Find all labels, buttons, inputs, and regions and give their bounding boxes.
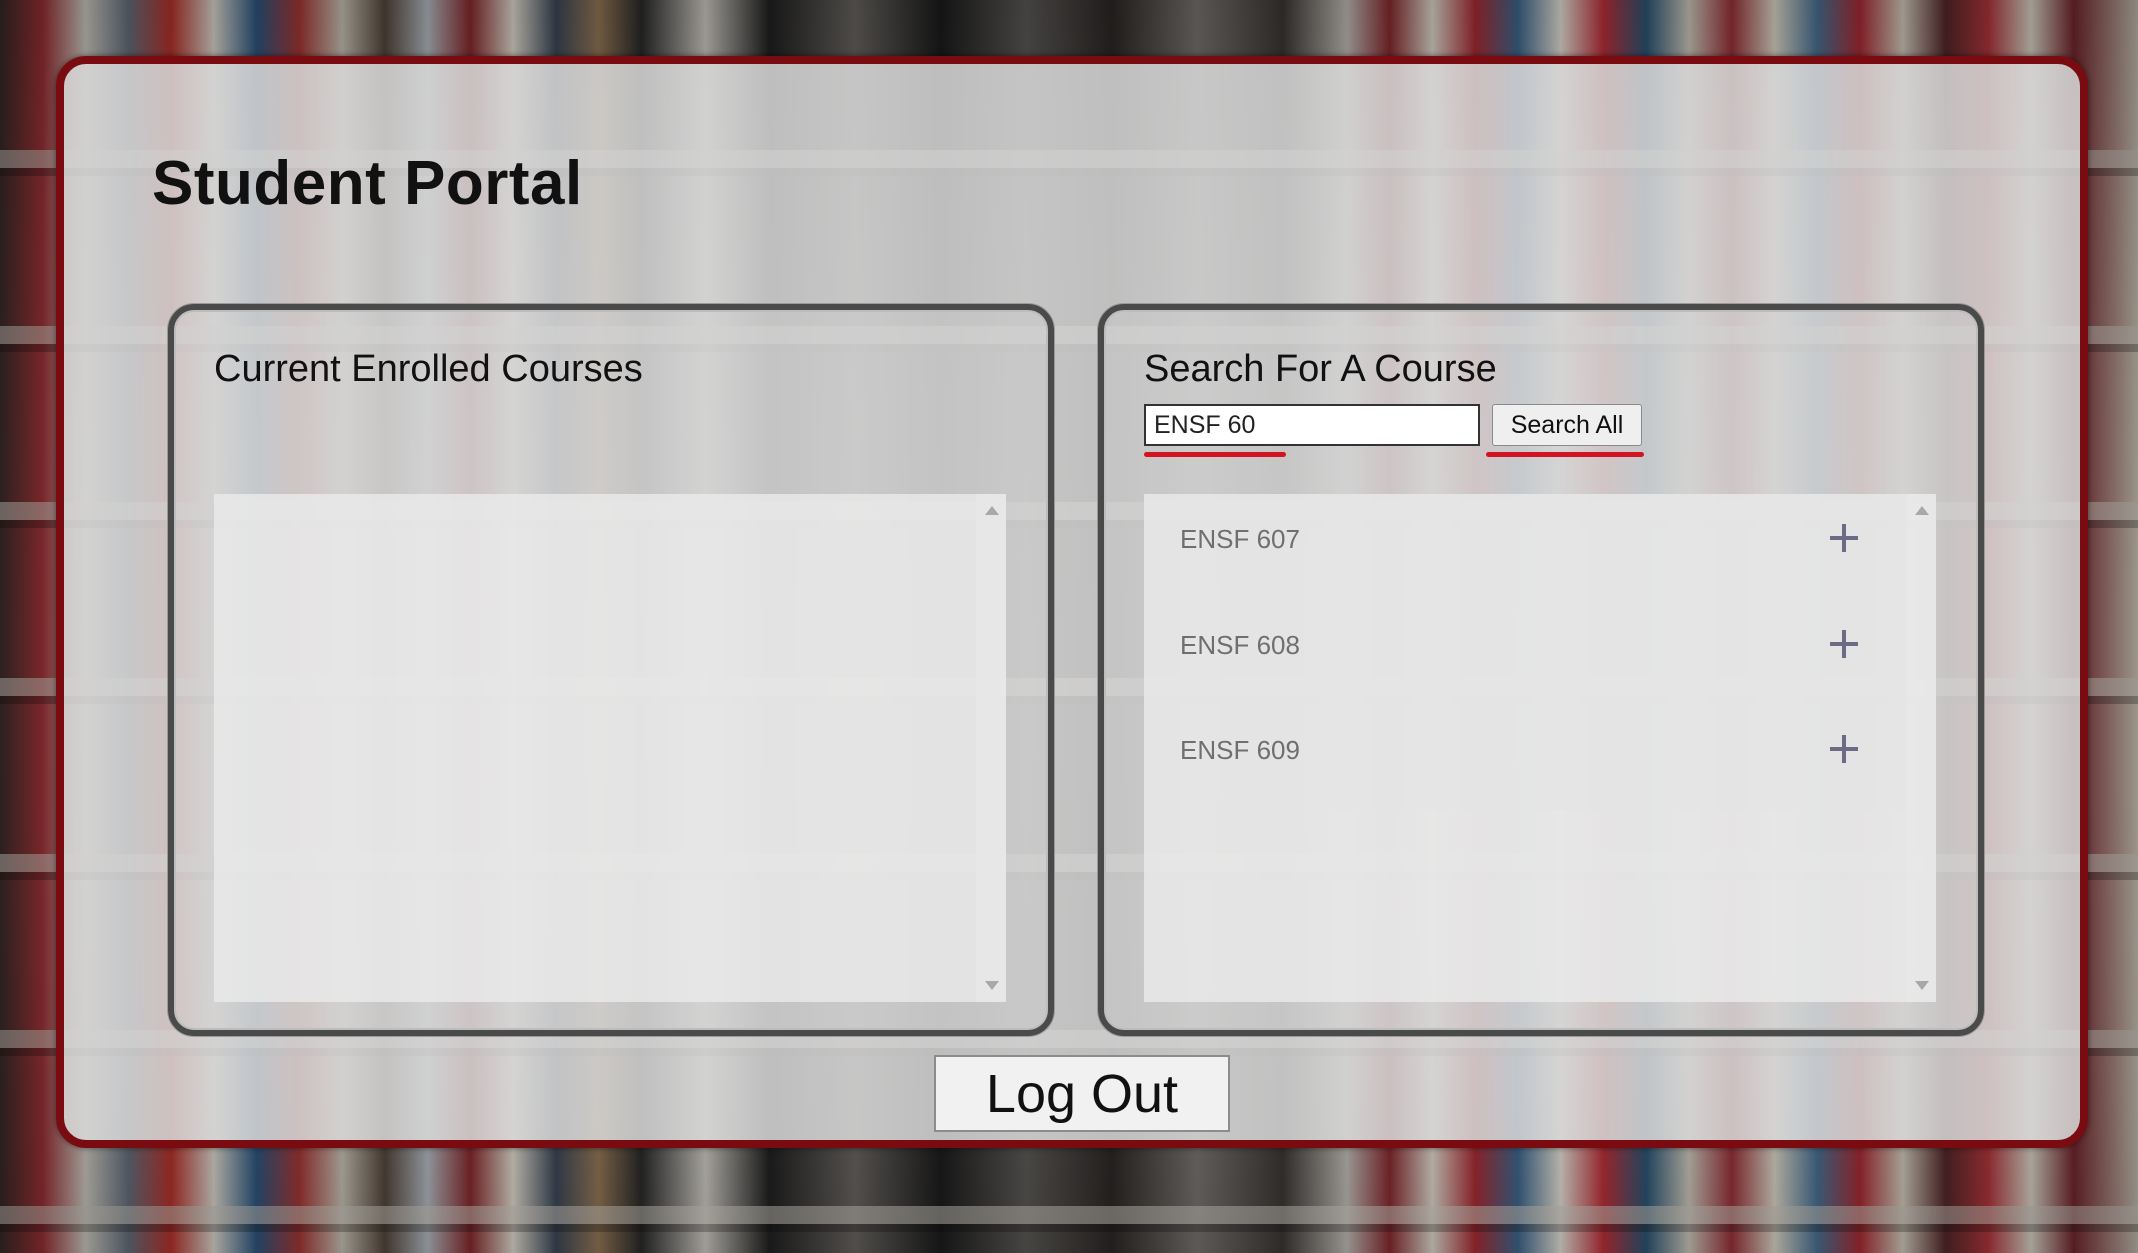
enrolled-courses-heading: Current Enrolled Courses — [214, 348, 643, 390]
scroll-up-icon[interactable] — [1915, 506, 1929, 515]
list-item[interactable]: ENSF 608 — [1144, 610, 1906, 680]
enrolled-list-scrollbar[interactable] — [976, 494, 1006, 1002]
scroll-down-icon[interactable] — [1915, 981, 1929, 990]
search-results-list[interactable]: ENSF 607 ENSF 608 ENSF 609 — [1144, 494, 1936, 1002]
course-search-heading: Search For A Course — [1144, 348, 1497, 390]
course-label: ENSF 608 — [1180, 630, 1300, 660]
enrolled-courses-list[interactable] — [214, 494, 1006, 1002]
search-list-scrollbar[interactable] — [1906, 494, 1936, 1002]
page-title: Student Portal — [152, 149, 583, 218]
enrolled-courses-panel: Current Enrolled Courses — [168, 304, 1054, 1036]
course-label: ENSF 609 — [1180, 735, 1300, 765]
plus-icon[interactable] — [1830, 524, 1858, 552]
spellcheck-underline — [1144, 452, 1286, 457]
spellcheck-underline — [1486, 452, 1644, 457]
search-all-button[interactable]: Search All — [1492, 404, 1642, 446]
list-item[interactable]: ENSF 609 — [1144, 715, 1906, 785]
plus-icon[interactable] — [1830, 735, 1858, 763]
course-search-input[interactable] — [1144, 404, 1480, 446]
plus-icon[interactable] — [1830, 630, 1858, 658]
scroll-up-icon[interactable] — [985, 506, 999, 515]
course-search-panel: Search For A Course Search All ENSF 607 … — [1098, 304, 1984, 1036]
search-results: ENSF 607 ENSF 608 ENSF 609 — [1144, 494, 1906, 810]
course-label: ENSF 607 — [1180, 524, 1300, 554]
list-item[interactable]: ENSF 607 — [1144, 504, 1906, 574]
log-out-button[interactable]: Log Out — [934, 1055, 1230, 1132]
scroll-down-icon[interactable] — [985, 981, 999, 990]
portal-frame: Student Portal Current Enrolled Courses … — [56, 56, 2088, 1148]
